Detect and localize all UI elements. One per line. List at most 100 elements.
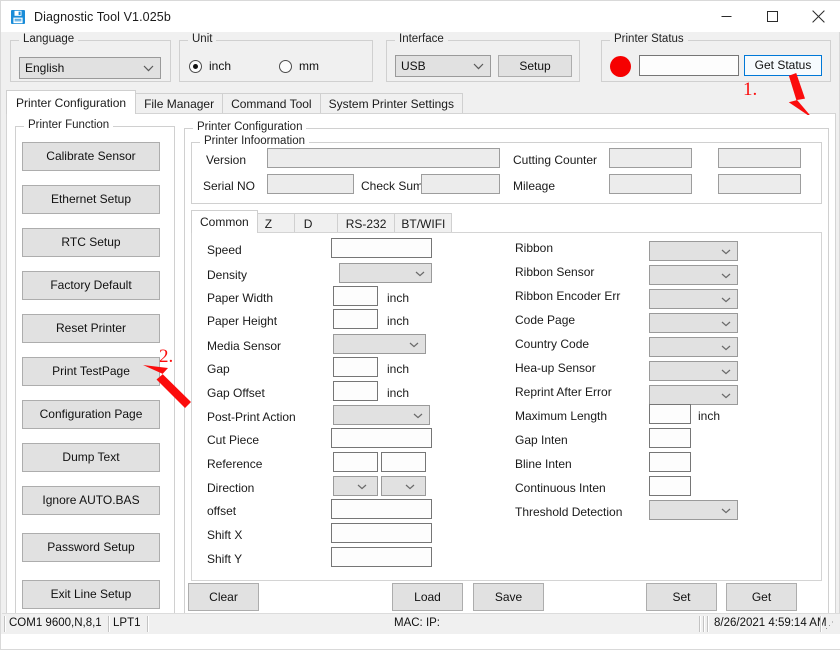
save-button[interactable]: Save: [473, 583, 544, 611]
shift-y-field[interactable]: [331, 547, 432, 567]
chevron-down-icon: [721, 268, 731, 282]
interface-select[interactable]: USB: [395, 55, 491, 77]
maximum-length-field[interactable]: [649, 404, 691, 424]
paper-height-field[interactable]: [333, 309, 378, 329]
button-label: Get: [751, 589, 772, 604]
reprint-after-error-select[interactable]: [649, 385, 738, 405]
unit-radio-mm-label: mm: [299, 59, 319, 73]
subtab-label: BT/WIFI: [401, 216, 446, 231]
calibrate-sensor-button[interactable]: Calibrate Sensor: [22, 142, 160, 171]
radio-dot-icon: [189, 59, 202, 73]
print-testpage-button[interactable]: Print TestPage: [22, 357, 160, 386]
cutting-counter-field-2[interactable]: [718, 148, 801, 168]
unit-radio-mm[interactable]: mm: [279, 59, 319, 73]
tab-command-tool[interactable]: Command Tool: [222, 93, 321, 114]
button-label: Password Setup: [47, 540, 135, 555]
continuous-inten-field[interactable]: [649, 476, 691, 496]
title-bar: Diagnostic Tool V1.025b: [1, 1, 840, 32]
password-setup-button[interactable]: Password Setup: [22, 533, 160, 562]
head-up-sensor-select[interactable]: [649, 361, 738, 381]
gap-offset-field[interactable]: [333, 381, 378, 401]
reference-field-1[interactable]: [333, 452, 378, 472]
tab-printer-configuration[interactable]: Printer Configuration: [6, 90, 137, 114]
country-code-select[interactable]: [649, 337, 738, 357]
maximize-button[interactable]: [749, 1, 795, 32]
version-field[interactable]: [267, 148, 500, 168]
chevron-down-icon: [721, 316, 731, 330]
subtab-rs232[interactable]: RS-232: [336, 213, 396, 233]
ethernet-setup-button[interactable]: Ethernet Setup: [22, 185, 160, 214]
configuration-page-button[interactable]: Configuration Page: [22, 400, 160, 429]
code-page-select[interactable]: [649, 313, 738, 333]
printer-status-legend: Printer Status: [610, 33, 688, 45]
subtab-common[interactable]: Common: [191, 210, 258, 233]
cutting-counter-field[interactable]: [609, 148, 692, 168]
gap-unit: inch: [387, 362, 410, 376]
density-label: Density: [207, 268, 248, 282]
interface-setup-label: Setup: [519, 58, 551, 73]
threshold-detection-select[interactable]: [649, 500, 738, 520]
unit-radio-inch[interactable]: inch: [189, 59, 231, 73]
gap-label: Gap: [207, 362, 230, 376]
ribbon-sensor-select[interactable]: [649, 265, 738, 285]
rtc-setup-button[interactable]: RTC Setup: [22, 228, 160, 257]
tab-file-manager[interactable]: File Manager: [135, 93, 224, 114]
continuous-inten-label: Continuous Inten: [515, 481, 606, 495]
dump-text-button[interactable]: Dump Text: [22, 443, 160, 472]
gap-inten-field[interactable]: [649, 428, 691, 448]
button-label: Factory Default: [50, 278, 132, 293]
reset-printer-button[interactable]: Reset Printer: [22, 314, 160, 343]
exit-line-setup-button[interactable]: Exit Line Setup: [22, 580, 160, 609]
close-button[interactable]: [795, 1, 840, 32]
background-text-fragment: [5, 634, 8, 642]
ribbon-select[interactable]: [649, 241, 738, 261]
language-select[interactable]: English: [19, 57, 161, 79]
subtab-d[interactable]: D: [293, 213, 338, 233]
minimize-button[interactable]: [703, 1, 749, 32]
subtab-z[interactable]: Z: [256, 213, 295, 233]
speed-field[interactable]: [331, 238, 432, 258]
bline-inten-field[interactable]: [649, 452, 691, 472]
gap-field[interactable]: [333, 357, 378, 377]
density-select[interactable]: [339, 263, 432, 283]
factory-default-button[interactable]: Factory Default: [22, 271, 160, 300]
printer-status-led: [610, 56, 631, 77]
threshold-detection-label: Threshold Detection: [515, 505, 623, 519]
check-sum-field[interactable]: [421, 174, 500, 194]
printer-status-field[interactable]: [639, 55, 739, 76]
subtab-btwifi[interactable]: BT/WIFI: [394, 213, 453, 233]
shift-y-label: Shift Y: [207, 552, 243, 566]
direction-select-1[interactable]: [333, 476, 378, 496]
status-mac-ip: MAC: IP:: [394, 617, 441, 629]
mileage-field-2[interactable]: [718, 174, 801, 194]
reference-field-2[interactable]: [381, 452, 426, 472]
direction-select-2[interactable]: [381, 476, 426, 496]
mileage-label: Mileage: [513, 179, 556, 193]
offset-field[interactable]: [331, 499, 432, 519]
ribbon-encoder-err-select[interactable]: [649, 289, 738, 309]
tab-system-printer-settings[interactable]: System Printer Settings: [319, 93, 463, 114]
load-button[interactable]: Load: [392, 583, 463, 611]
serial-no-field[interactable]: [267, 174, 354, 194]
floppy-disk-icon: [10, 9, 26, 25]
ribbon-encoder-err-label: Ribbon Encoder Err: [515, 289, 621, 303]
subtab-label: Common: [200, 215, 249, 229]
chevron-down-icon: [721, 292, 731, 306]
get-button[interactable]: Get: [726, 583, 797, 611]
radio-dot-icon: [279, 59, 292, 73]
clear-button[interactable]: Clear: [188, 583, 259, 611]
button-label: Set: [672, 589, 691, 604]
cut-piece-field[interactable]: [331, 428, 432, 448]
ignore-autobas-button[interactable]: Ignore AUTO.BAS: [22, 486, 160, 515]
resize-grip-icon[interactable]: ⋰: [825, 620, 837, 632]
media-sensor-select[interactable]: [333, 334, 426, 354]
ribbon-sensor-label: Ribbon Sensor: [515, 265, 595, 279]
interface-legend: Interface: [395, 33, 448, 45]
mileage-field[interactable]: [609, 174, 692, 194]
set-button[interactable]: Set: [646, 583, 717, 611]
background-desktop-strip: [1, 634, 840, 649]
paper-width-field[interactable]: [333, 286, 378, 306]
post-print-action-select[interactable]: [333, 405, 430, 425]
interface-setup-button[interactable]: Setup: [498, 55, 572, 77]
shift-x-field[interactable]: [331, 523, 432, 543]
